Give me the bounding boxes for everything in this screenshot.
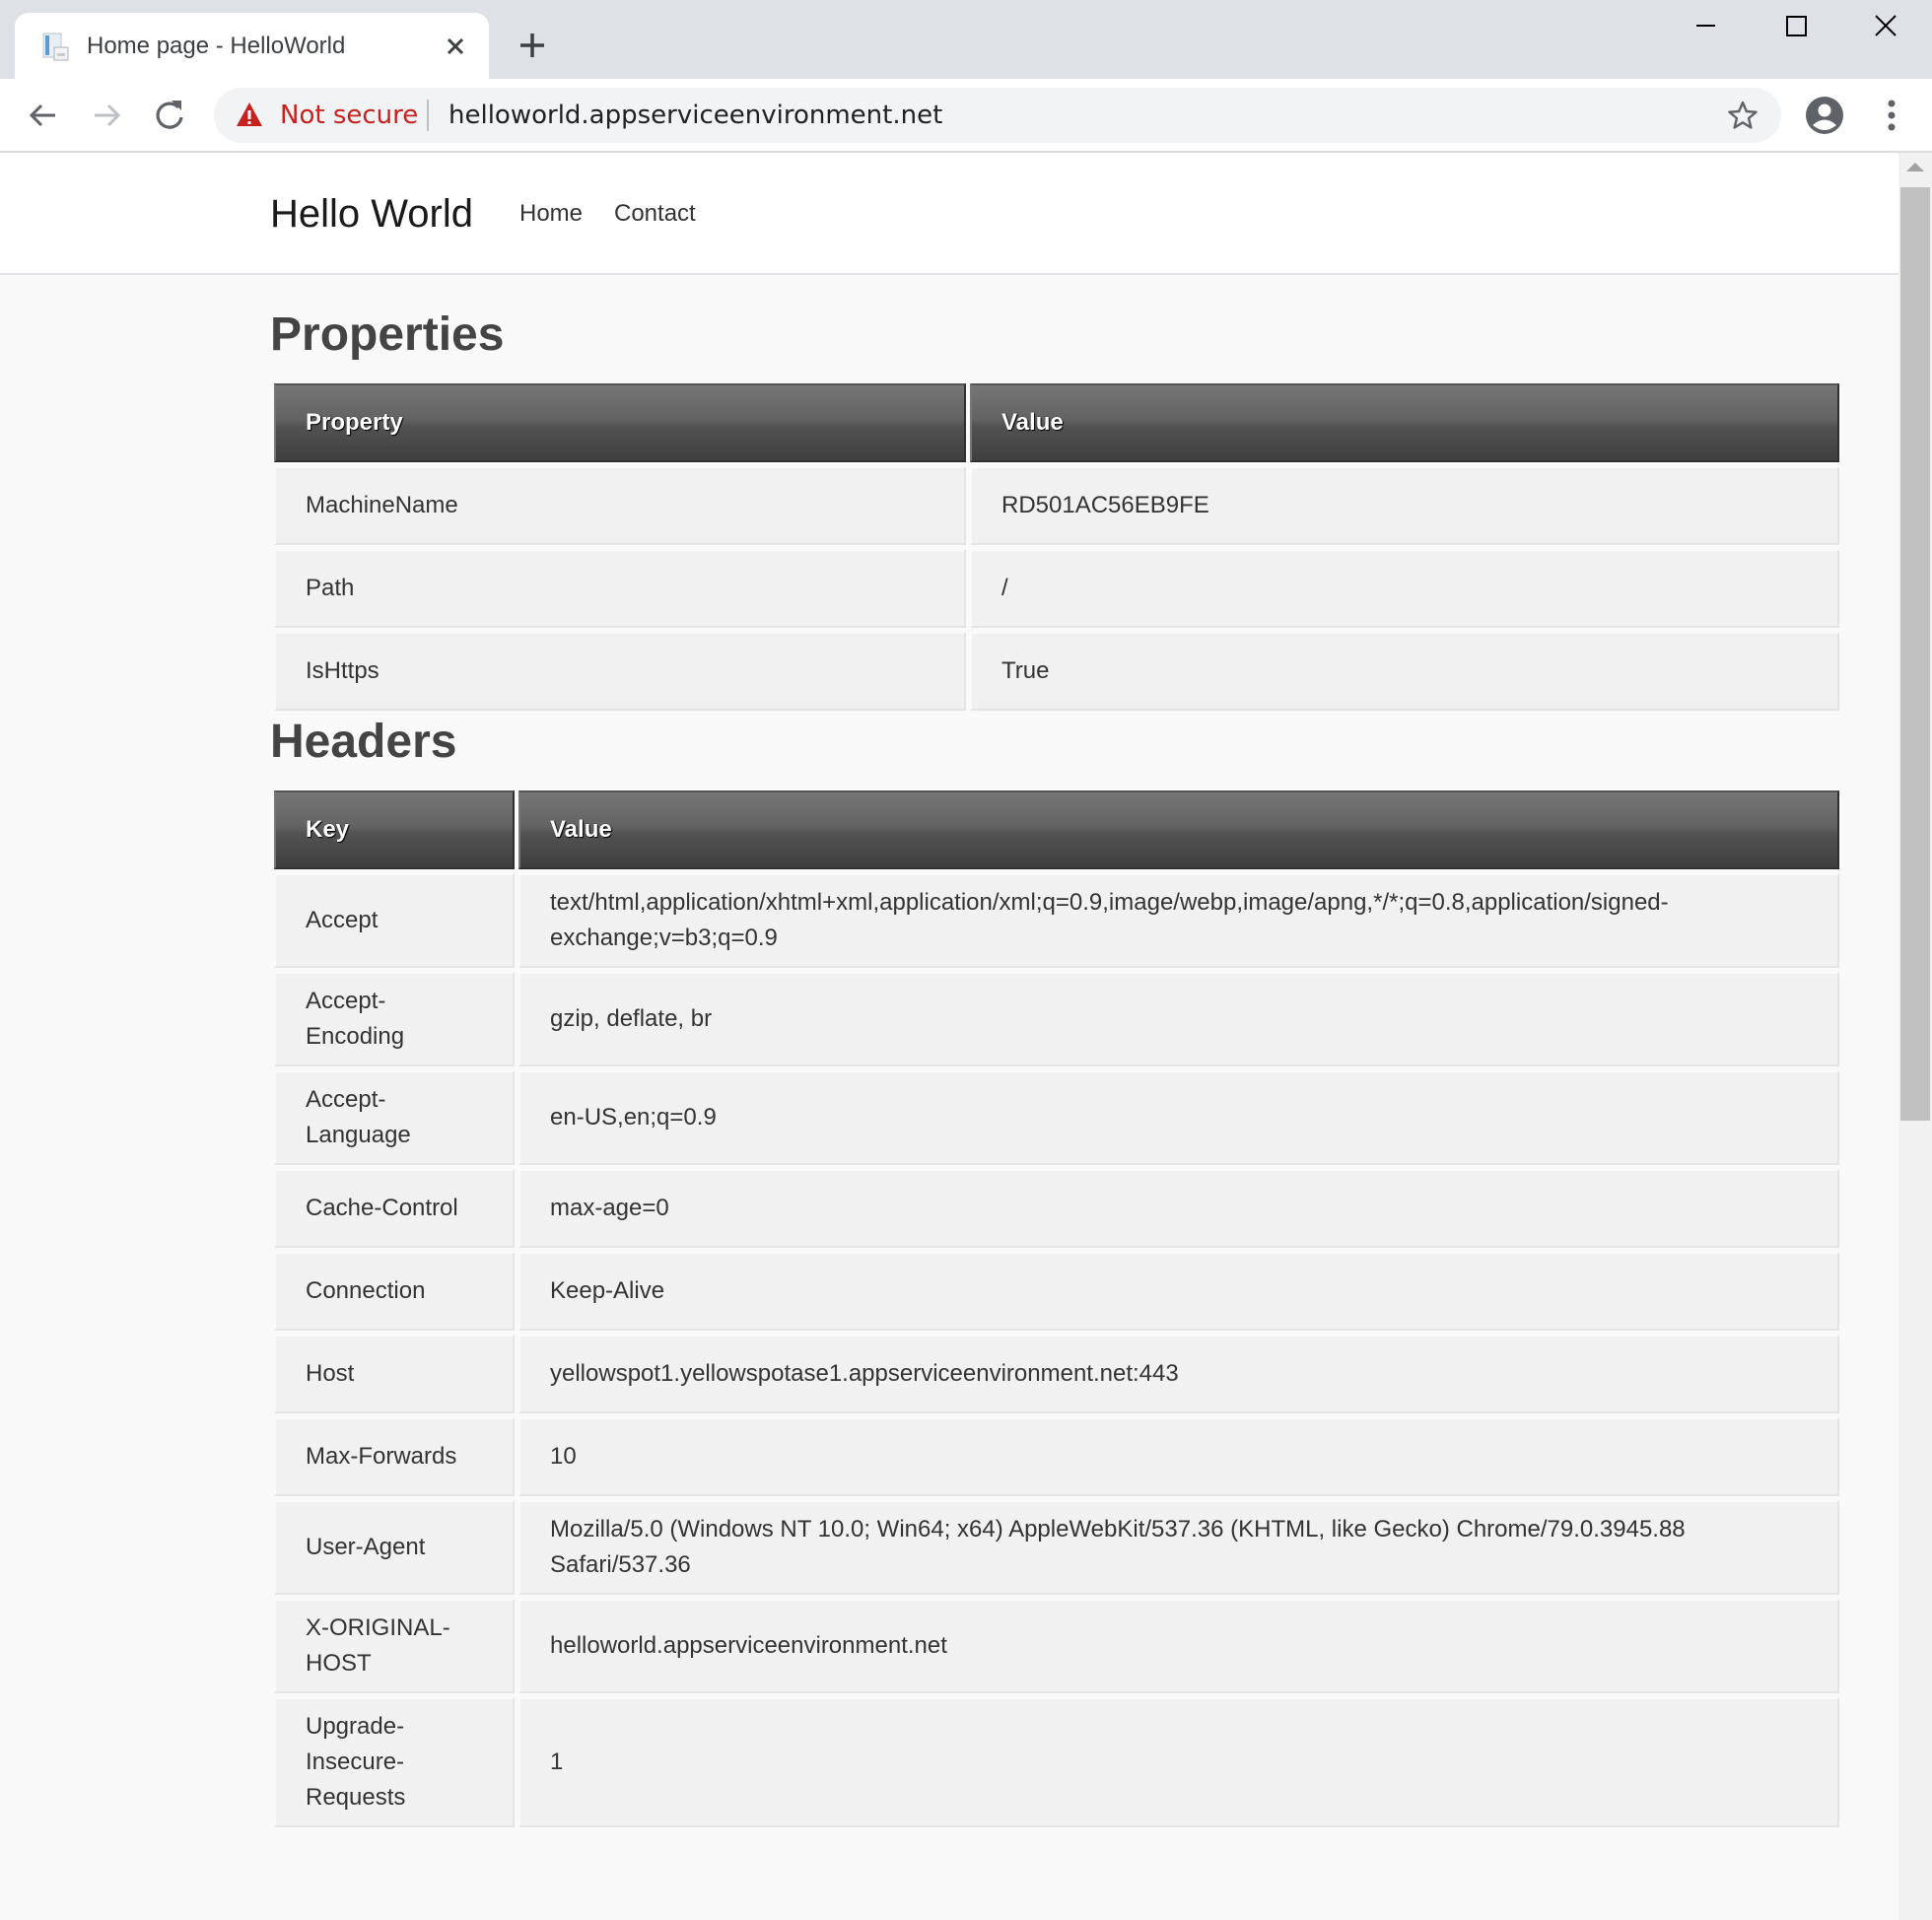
headers-table: Key Value Accept text/html,application/x… bbox=[270, 787, 1843, 1831]
table-row: Host yellowspot1.yellowspotase1.appservi… bbox=[274, 1335, 1839, 1413]
table-row: Cache-Control max-age=0 bbox=[274, 1169, 1839, 1248]
property-key: IsHttps bbox=[274, 632, 966, 711]
header-value: text/html,application/xhtml+xml,applicat… bbox=[518, 873, 1839, 968]
divider bbox=[427, 100, 429, 131]
property-key: Path bbox=[274, 549, 966, 628]
minimize-button[interactable] bbox=[1676, 10, 1735, 49]
header-value: Keep-Alive bbox=[518, 1252, 1839, 1331]
nav-link-contact[interactable]: Contact bbox=[614, 199, 696, 229]
header-key: Host bbox=[274, 1335, 515, 1413]
site-navbar: Hello World Home Contact bbox=[0, 153, 1898, 275]
table-row: User-Agent Mozilla/5.0 (Windows NT 10.0;… bbox=[274, 1500, 1839, 1595]
table-row: IsHttps True bbox=[274, 632, 1839, 711]
nav-link-home[interactable]: Home bbox=[519, 199, 583, 229]
security-status[interactable]: Not secure bbox=[280, 100, 418, 131]
property-value: True bbox=[970, 632, 1839, 711]
column-header-property: Property bbox=[274, 383, 966, 462]
table-header-row: Property Value bbox=[274, 383, 1839, 462]
headers-heading: Headers bbox=[270, 716, 457, 768]
properties-heading: Properties bbox=[270, 309, 505, 361]
scroll-up-arrow-icon[interactable] bbox=[1906, 163, 1924, 171]
site-brand-link[interactable]: Hello World bbox=[270, 190, 473, 238]
property-value: RD501AC56EB9FE bbox=[970, 466, 1839, 545]
window-close-button[interactable] bbox=[1856, 10, 1915, 49]
warning-icon[interactable] bbox=[236, 102, 263, 127]
table-row: Max-Forwards 10 bbox=[274, 1417, 1839, 1496]
maximize-button[interactable] bbox=[1766, 10, 1826, 49]
table-row: Accept-Language en-US,en;q=0.9 bbox=[274, 1070, 1839, 1165]
page-viewport: Hello World Home Contact Properties Prop… bbox=[0, 153, 1898, 1920]
header-value: gzip, deflate, br bbox=[518, 972, 1839, 1066]
header-key: X-ORIGINAL-HOST bbox=[274, 1599, 515, 1693]
url-input[interactable]: helloworld.appserviceenvironment.net bbox=[448, 100, 942, 131]
scrollbar-thumb[interactable] bbox=[1900, 187, 1930, 1121]
table-row: Accept text/html,application/xhtml+xml,a… bbox=[274, 873, 1839, 968]
reload-icon bbox=[156, 101, 183, 129]
header-key: Max-Forwards bbox=[274, 1417, 515, 1496]
header-key: Upgrade-Insecure-Requests bbox=[274, 1697, 515, 1827]
header-value: en-US,en;q=0.9 bbox=[518, 1070, 1839, 1165]
address-bar[interactable]: Not secure helloworld.appserviceenvironm… bbox=[214, 88, 1781, 143]
tab-title: Home page - HelloWorld bbox=[87, 33, 346, 59]
document-icon bbox=[40, 33, 70, 62]
tab-strip: Home page - HelloWorld bbox=[0, 0, 1932, 79]
maximize-icon bbox=[1786, 16, 1807, 36]
property-key: MachineName bbox=[274, 466, 966, 545]
close-icon bbox=[1875, 15, 1897, 36]
table-row: Path / bbox=[274, 549, 1839, 628]
browser-toolbar: Not secure helloworld.appserviceenvironm… bbox=[0, 79, 1932, 152]
header-value: Mozilla/5.0 (Windows NT 10.0; Win64; x64… bbox=[518, 1500, 1839, 1595]
account-circle-icon[interactable] bbox=[1805, 96, 1844, 135]
arrow-right-icon bbox=[95, 103, 121, 127]
header-key: Cache-Control bbox=[274, 1169, 515, 1248]
table-row: Upgrade-Insecure-Requests 1 bbox=[274, 1697, 1839, 1827]
tab-close-button[interactable] bbox=[439, 30, 472, 63]
forward-button[interactable] bbox=[86, 95, 127, 136]
property-value: / bbox=[970, 549, 1839, 628]
page-scrollbar[interactable] bbox=[1898, 153, 1932, 1920]
new-tab-button[interactable] bbox=[515, 28, 550, 63]
header-key: Connection bbox=[274, 1252, 515, 1331]
browser-tab[interactable]: Home page - HelloWorld bbox=[15, 13, 489, 79]
header-key: Accept-Language bbox=[274, 1070, 515, 1165]
column-header-value: Value bbox=[970, 383, 1839, 462]
header-key: Accept bbox=[274, 873, 515, 968]
bookmark-star-icon[interactable] bbox=[1727, 100, 1759, 131]
plus-icon bbox=[520, 34, 544, 57]
back-button[interactable] bbox=[23, 95, 64, 136]
properties-table: Property Value MachineName RD501AC56EB9F… bbox=[270, 379, 1843, 715]
header-key: User-Agent bbox=[274, 1500, 515, 1595]
header-value: 1 bbox=[518, 1697, 1839, 1827]
minimize-icon bbox=[1696, 25, 1715, 27]
table-row: Accept-Encoding gzip, deflate, br bbox=[274, 972, 1839, 1066]
header-key: Accept-Encoding bbox=[274, 972, 515, 1066]
header-value: 10 bbox=[518, 1417, 1839, 1496]
header-value: helloworld.appserviceenvironment.net bbox=[518, 1599, 1839, 1693]
table-row: Connection Keep-Alive bbox=[274, 1252, 1839, 1331]
table-row: MachineName RD501AC56EB9FE bbox=[274, 466, 1839, 545]
reload-button[interactable] bbox=[149, 95, 190, 136]
header-value: max-age=0 bbox=[518, 1169, 1839, 1248]
column-header-key: Key bbox=[274, 790, 515, 869]
arrow-left-icon bbox=[29, 103, 55, 127]
table-row: X-ORIGINAL-HOST helloworld.appserviceenv… bbox=[274, 1599, 1839, 1693]
table-header-row: Key Value bbox=[274, 790, 1839, 869]
more-vert-icon[interactable] bbox=[1875, 97, 1908, 134]
header-value: yellowspot1.yellowspotase1.appserviceenv… bbox=[518, 1335, 1839, 1413]
column-header-value: Value bbox=[518, 790, 1839, 869]
